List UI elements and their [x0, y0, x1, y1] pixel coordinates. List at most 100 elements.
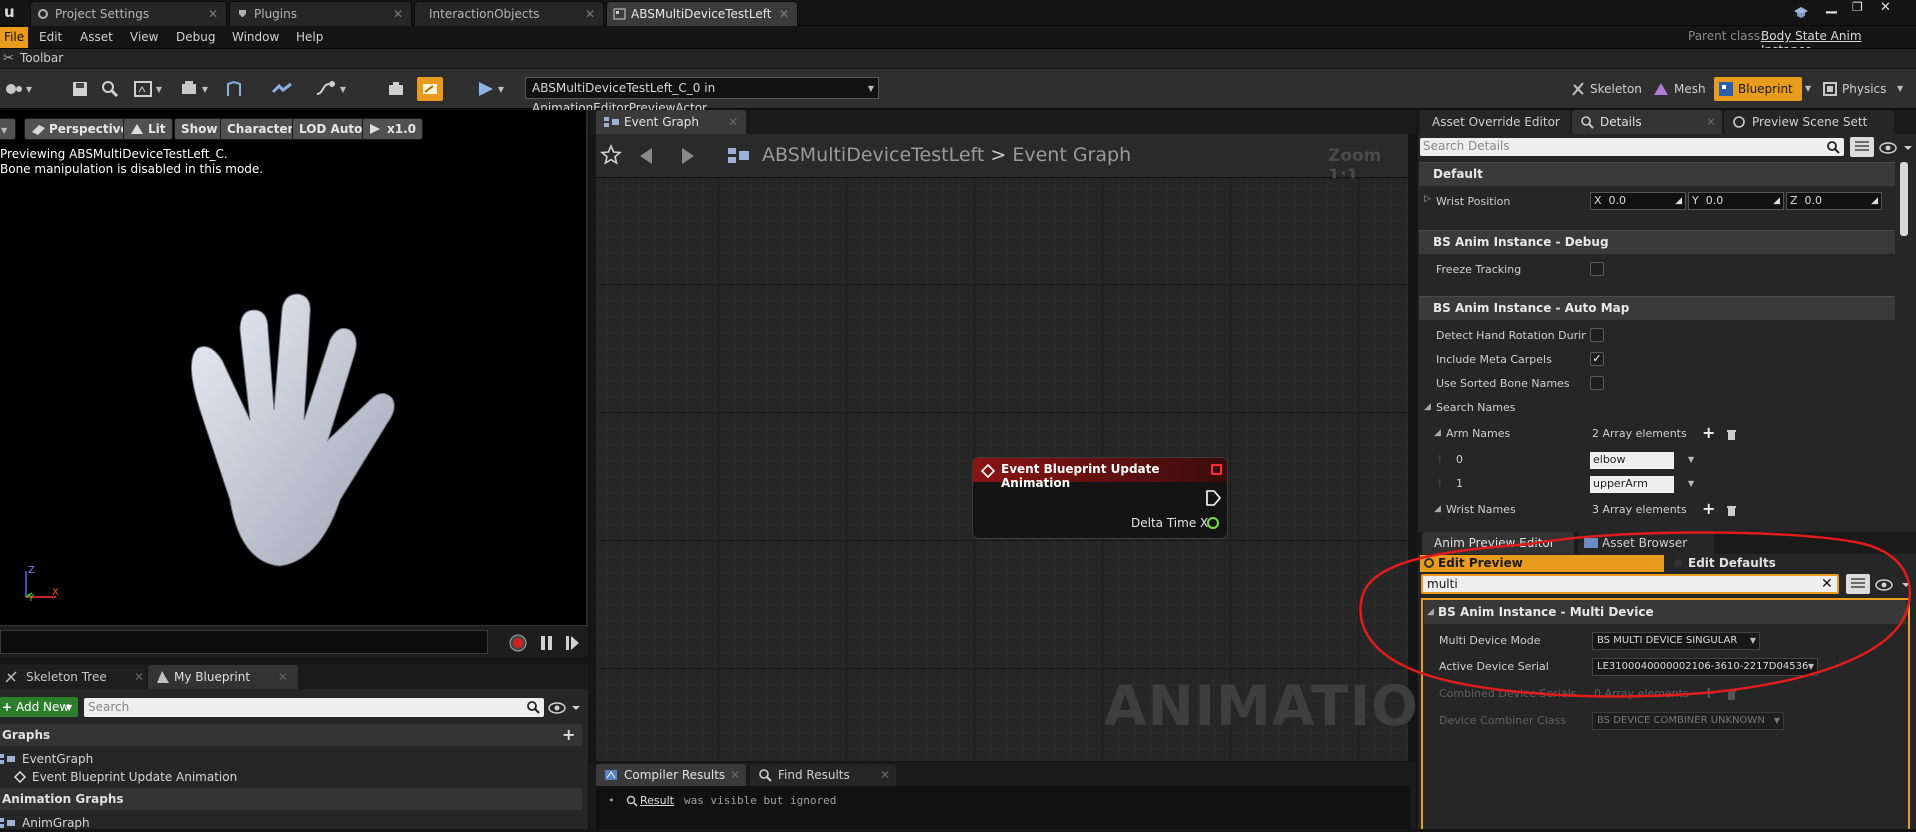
delta-time-pin[interactable]	[1207, 517, 1219, 529]
property-matrix-icon[interactable]	[1850, 137, 1874, 157]
section-default[interactable]: Default	[1419, 162, 1895, 186]
close-icon[interactable]: ✕	[134, 665, 144, 689]
playback-speed-button[interactable]: x1.0	[362, 118, 423, 140]
close-icon[interactable]: ✕	[730, 764, 740, 786]
graph-item-eventgraph[interactable]: EventGraph	[0, 750, 93, 768]
menu-asset[interactable]: Asset	[74, 27, 119, 48]
compile-icon[interactable]: ▼	[0, 77, 36, 101]
show-button[interactable]: Show	[174, 118, 225, 140]
lit-button[interactable]: Lit	[123, 118, 173, 140]
chevron-down-icon[interactable]: ▼	[1897, 84, 1903, 93]
tab-anim-preview-editor[interactable]: Anim Preview Editor	[1422, 532, 1574, 554]
tab-preview-scene-settings[interactable]: Preview Scene Sett	[1724, 110, 1894, 134]
chevron-down-icon[interactable]: ▼	[1805, 84, 1811, 93]
wrist-y-field[interactable]: Y 0.0 ◢	[1688, 192, 1784, 210]
lod-button[interactable]: LOD Auto	[292, 118, 370, 140]
forward-arrow-icon[interactable]	[678, 146, 696, 166]
expand-arrow-icon[interactable]: ▷	[1424, 194, 1431, 204]
debug-object-select[interactable]: ABSMultiDeviceTestLeft_C_0 in AnimationE…	[525, 77, 879, 115]
pause-icon[interactable]	[540, 635, 554, 651]
eye-icon[interactable]	[1878, 140, 1914, 156]
detect-rotation-checkbox[interactable]	[1590, 328, 1604, 342]
chevron-down-icon[interactable]: ▼	[1688, 455, 1694, 464]
close-icon[interactable]: ✕	[585, 2, 595, 26]
timeline-bar[interactable]	[0, 625, 588, 657]
add-new-button[interactable]: + Add New ▼	[0, 697, 78, 717]
add-element-icon[interactable]: +	[1702, 423, 1715, 442]
trash-icon[interactable]	[1726, 428, 1737, 440]
trash-icon[interactable]	[1726, 504, 1737, 516]
result-link[interactable]: Result	[640, 794, 674, 807]
meta-carpels-checkbox[interactable]: ✓	[1590, 352, 1604, 366]
viewport-options-button[interactable]: ▼	[0, 118, 16, 140]
animation-graphs-header[interactable]: Animation Graphs	[0, 788, 582, 810]
tab-interaction-objects[interactable]: InteractionObjects ✕	[414, 1, 604, 26]
add-graph-icon[interactable]: +	[562, 724, 575, 746]
mode-skeleton[interactable]: Skeleton	[1568, 79, 1642, 99]
graph-item-animgraph[interactable]: AnimGraph	[0, 814, 90, 832]
details-search-input[interactable]: Search Details	[1420, 138, 1844, 156]
close-icon[interactable]: ✕	[1706, 110, 1716, 134]
preview-edits-icon[interactable]	[417, 77, 443, 101]
play-icon[interactable]: ▼	[470, 77, 510, 101]
tab-plugins[interactable]: Plugins ✕	[229, 1, 412, 26]
close-icon[interactable]: ✕	[393, 2, 403, 26]
timeline-track[interactable]	[0, 630, 488, 654]
learn-icon[interactable]	[1793, 6, 1809, 19]
tab-abs-multi-device-test-left[interactable]: ABSMultiDeviceTestLeft ✕	[606, 1, 798, 26]
active-device-serial-select[interactable]: LE3100040000002106-3610-2217D04536 ▼	[1592, 658, 1818, 676]
tab-event-graph[interactable]: Event Graph ✕	[596, 110, 746, 134]
mode-mesh[interactable]: Mesh	[1650, 79, 1706, 99]
close-icon[interactable]: ✕	[880, 764, 890, 786]
close-icon[interactable]: ✕	[779, 2, 789, 26]
tab-details[interactable]: Details ✕	[1572, 110, 1722, 134]
graphs-header[interactable]: Graphs +	[0, 724, 582, 746]
character-button[interactable]: Character	[220, 118, 301, 140]
perspective-button[interactable]: Perspective	[24, 118, 136, 140]
exec-pin[interactable]	[1205, 490, 1221, 506]
hand-mesh-preview[interactable]	[170, 290, 410, 580]
settings-icon[interactable]	[384, 77, 408, 101]
favorite-star-icon[interactable]	[600, 144, 622, 166]
menu-view[interactable]: View	[124, 27, 164, 48]
menu-edit[interactable]: Edit	[33, 27, 68, 48]
output-delegate-pin[interactable]	[1211, 464, 1222, 475]
collapse-arrow-icon[interactable]: ◢	[1434, 504, 1441, 514]
breadcrumb-root[interactable]: ABSMultiDeviceTestLeft	[762, 144, 984, 166]
event-node[interactable]: Event Blueprint Update Animation Delta T…	[972, 457, 1228, 539]
clear-search-icon[interactable]: ✕	[1821, 576, 1833, 592]
mode-blueprint[interactable]: Blueprint	[1714, 77, 1802, 101]
tab-compiler-results[interactable]: Compiler Results ✕	[596, 764, 746, 786]
multi-device-mode-select[interactable]: BS MULTI DEVICE SINGULAR ▼	[1592, 632, 1760, 650]
sorted-bones-checkbox[interactable]	[1590, 376, 1604, 390]
back-arrow-icon[interactable]	[638, 146, 656, 166]
event-item[interactable]: Event Blueprint Update Animation	[14, 768, 237, 786]
details-scrollbar[interactable]	[1900, 162, 1908, 236]
add-element-icon[interactable]: +	[1702, 499, 1715, 518]
wrist-x-field[interactable]: X 0.0 ◢	[1590, 192, 1686, 210]
toolbar-tab-label[interactable]: Toolbar	[20, 51, 63, 65]
drag-handle-icon[interactable]: ⁞	[1438, 453, 1442, 466]
close-icon[interactable]: ✕	[208, 2, 218, 26]
step-forward-icon[interactable]	[566, 635, 580, 651]
menu-window[interactable]: Window	[226, 27, 285, 48]
find-in-browser-icon[interactable]	[98, 77, 122, 101]
tab-skeleton-tree[interactable]: Skeleton Tree ✕	[0, 665, 146, 689]
window-close-icon[interactable]: ✕	[1880, 0, 1891, 15]
menu-file[interactable]: File	[0, 27, 29, 48]
tab-my-blueprint[interactable]: My Blueprint ✕	[148, 665, 298, 689]
breadcrumb-leaf[interactable]: Event Graph	[1012, 144, 1131, 166]
search-icon[interactable]	[526, 700, 540, 714]
maximize-icon[interactable]: ❐	[1852, 0, 1863, 14]
tab-asset-browser[interactable]: Asset Browser	[1578, 532, 1714, 554]
tab-project-settings[interactable]: Project Settings ✕	[30, 1, 227, 26]
menu-debug[interactable]: Debug	[170, 27, 221, 48]
menu-help[interactable]: Help	[290, 27, 329, 48]
eye-icon[interactable]	[548, 700, 582, 716]
edit-preview-tab[interactable]: Edit Preview	[1420, 555, 1664, 572]
close-icon[interactable]: ✕	[278, 665, 288, 689]
preview-search-input[interactable]: multi ✕	[1421, 574, 1839, 594]
section-debug[interactable]: BS Anim Instance - Debug	[1419, 230, 1895, 254]
property-matrix-icon[interactable]	[1846, 574, 1870, 594]
save-icon[interactable]	[68, 77, 92, 101]
